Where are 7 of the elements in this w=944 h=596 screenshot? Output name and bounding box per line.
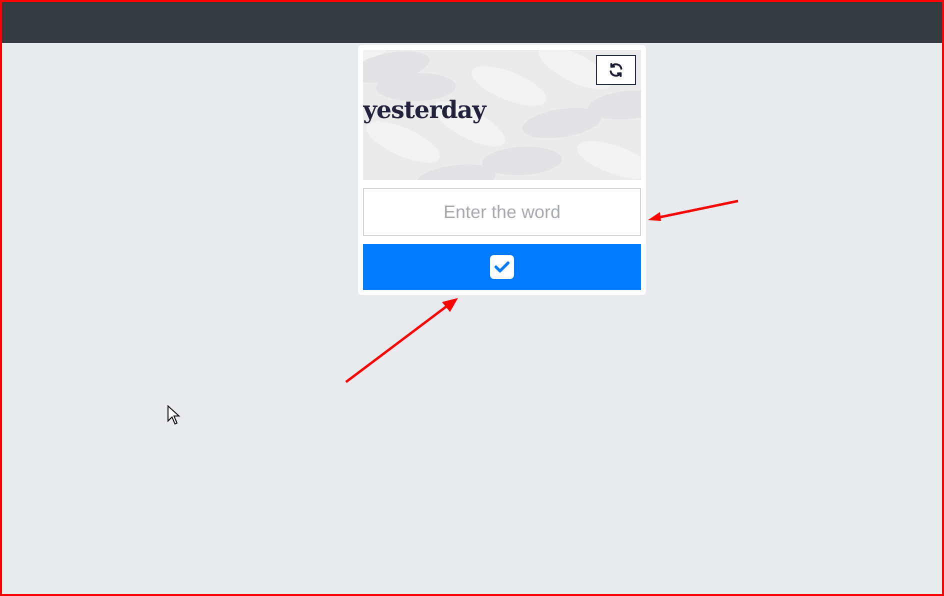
captcha-word: yesterday: [363, 94, 486, 126]
submit-button[interactable]: [363, 244, 641, 290]
refresh-button[interactable]: [596, 55, 636, 85]
refresh-icon: [608, 62, 624, 78]
checkbox-icon: [490, 255, 514, 279]
cursor-icon: [167, 405, 181, 425]
answer-field[interactable]: Enter the word: [363, 188, 641, 236]
